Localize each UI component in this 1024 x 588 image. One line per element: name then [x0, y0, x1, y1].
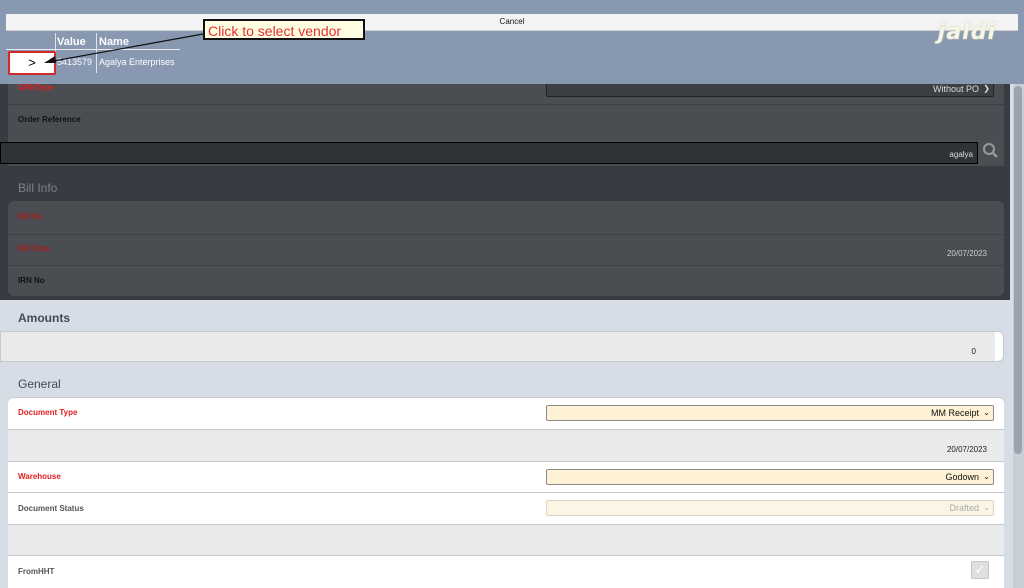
- column-header-name: Name: [99, 36, 129, 48]
- column-divider: [96, 33, 97, 73]
- order-reference-row: Order Reference: [8, 104, 1004, 136]
- irn-label: IRN No: [18, 276, 45, 285]
- warehouse-value: Godown: [945, 472, 979, 482]
- vendor-value-cell[interactable]: 5413579: [57, 57, 92, 67]
- amounts-heading: Amounts: [18, 311, 70, 325]
- document-status-label: Document Status: [18, 504, 84, 513]
- blank-row: [8, 524, 1004, 555]
- bill-date-label: Bill Date: [18, 244, 51, 253]
- amounts-row: 0: [0, 331, 1004, 362]
- vendor-search-input[interactable]: agalya: [0, 142, 978, 164]
- bill-date-row: Bill Date 20/07/2023: [8, 234, 1004, 265]
- vendor-picker-panel: [0, 0, 1024, 84]
- document-status-row: Document Status Drafted ⌄: [8, 492, 1004, 524]
- bill-info-heading: Bill Info: [18, 181, 58, 195]
- vendor-search-value: agalya: [949, 150, 973, 159]
- order-reference-label: Order Reference: [18, 115, 81, 124]
- cancel-button[interactable]: Cancel: [6, 14, 1018, 31]
- document-date-value[interactable]: 20/07/2023: [947, 445, 987, 454]
- document-type-select[interactable]: MM Receipt ⌄: [546, 405, 994, 421]
- document-type-value: MM Receipt: [930, 408, 979, 418]
- bill-no-row: Bill No: [8, 201, 1004, 234]
- date-row: 20/07/2023: [8, 429, 1004, 461]
- select-vendor-tooltip: Click to select vendor: [203, 19, 365, 40]
- scrollbar-thumb[interactable]: [1014, 86, 1022, 454]
- app-logo: jaldi: [937, 20, 996, 45]
- bill-no-label: Bill No: [18, 212, 44, 221]
- amounts-field[interactable]: [1, 332, 995, 361]
- warehouse-row: Warehouse Godown ⌄: [8, 461, 1004, 492]
- amounts-value: 0: [971, 347, 976, 356]
- chevron-down-icon: ❯: [983, 84, 990, 93]
- grn-type-label: GRNType: [18, 83, 54, 92]
- chevron-down-icon: ⌄: [983, 408, 990, 417]
- chevron-down-icon: ⌄: [983, 503, 990, 512]
- document-type-label: Document Type: [18, 408, 78, 417]
- search-icon[interactable]: [979, 141, 1001, 163]
- column-header-value: Value: [57, 36, 86, 48]
- warehouse-label: Warehouse: [18, 472, 61, 481]
- bill-date-value[interactable]: 20/07/2023: [947, 249, 987, 258]
- grn-type-value: Without PO: [932, 84, 979, 94]
- document-type-row: Document Type MM Receipt ⌄: [8, 397, 1004, 429]
- warehouse-select[interactable]: Godown ⌄: [546, 469, 994, 485]
- irn-row: IRN No: [8, 265, 1004, 296]
- header-divider: [6, 49, 180, 50]
- from-hht-label: FromHHT: [18, 567, 55, 576]
- from-hht-checkbox[interactable]: ✓: [971, 561, 989, 579]
- check-icon: ✓: [974, 562, 986, 577]
- document-status-select: Drafted ⌄: [546, 500, 994, 516]
- general-heading: General: [18, 377, 61, 391]
- document-status-value: Drafted: [949, 503, 979, 513]
- vendor-name-cell[interactable]: Agalya Enterprises: [99, 57, 175, 67]
- select-vendor-button[interactable]: >: [8, 51, 56, 75]
- from-hht-row: FromHHT: [8, 555, 1004, 588]
- chevron-down-icon: ⌄: [983, 472, 990, 481]
